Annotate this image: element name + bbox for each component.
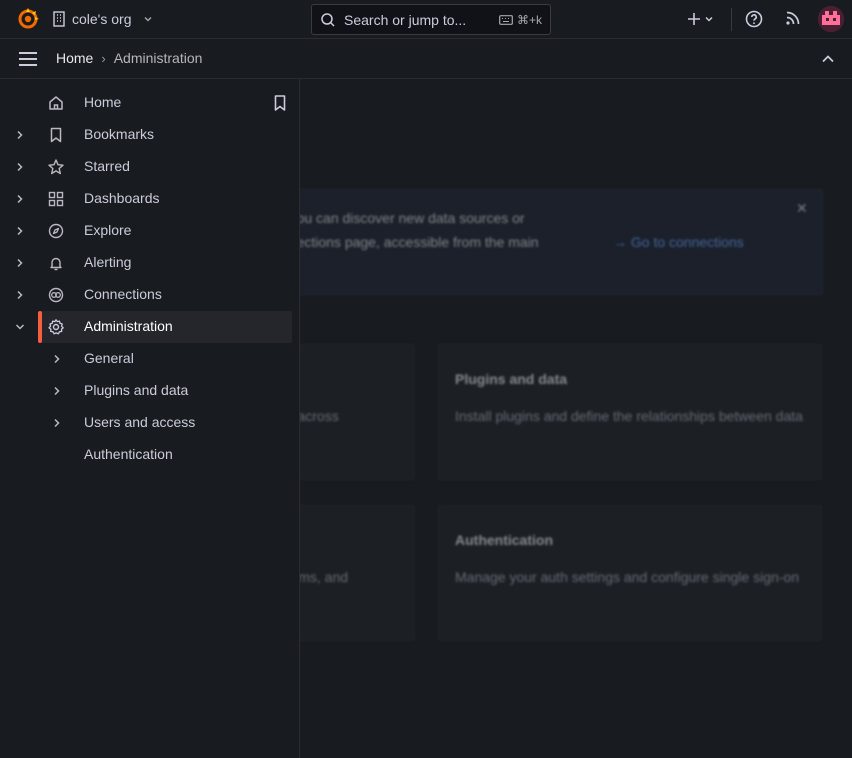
org-name: cole's org	[72, 11, 132, 27]
close-icon[interactable]: ✕	[796, 200, 808, 217]
chevron-down-icon[interactable]	[14, 320, 26, 334]
help-icon	[744, 9, 764, 29]
search-shortcut: ⌘+k	[499, 13, 542, 27]
search-input[interactable]: Search or jump to... ⌘+k	[311, 4, 551, 35]
bookmark-icon	[47, 126, 65, 144]
sidebar-item-general[interactable]: General	[0, 343, 300, 375]
card-users-and-access[interactable]: , teams, and	[300, 505, 415, 641]
go-to-connections-link[interactable]: → Go to connections	[613, 234, 744, 250]
bookmark-icon[interactable]	[272, 94, 288, 112]
grafana-logo-icon[interactable]	[16, 7, 40, 31]
bell-icon	[47, 254, 65, 272]
gear-icon	[47, 318, 65, 336]
nav-sidebar: Home Bookmarks Starred Dashboards Explor…	[0, 79, 300, 758]
rss-icon	[784, 9, 802, 27]
dashboards-grid-icon	[47, 190, 65, 208]
sidebar-item-explore[interactable]: Explore	[0, 215, 300, 247]
help-button[interactable]	[744, 9, 764, 29]
compass-icon	[47, 222, 65, 240]
chevron-right-icon[interactable]	[51, 416, 63, 430]
breadcrumb: Home › Administration	[56, 50, 202, 66]
card-desc: Install plugins and define the relations…	[455, 408, 803, 424]
sidebar-item-home[interactable]: Home	[0, 87, 300, 119]
card-plugins-and-data[interactable]: Plugins and data Install plugins and def…	[438, 344, 822, 480]
collapse-button[interactable]	[820, 52, 836, 66]
menu-toggle-icon[interactable]	[18, 51, 38, 67]
breadcrumb-current: Administration	[113, 50, 203, 66]
card-general[interactable]: ngs across	[300, 344, 415, 480]
chevron-down-icon	[704, 14, 714, 24]
banner-text-2: nnections page, accessible from the main	[300, 234, 539, 250]
search-placeholder: Search or jump to...	[344, 11, 467, 28]
breadcrumb-home[interactable]: Home	[56, 50, 93, 66]
breadcrumb-bar: Home › Administration	[0, 39, 852, 79]
card-authentication[interactable]: Authentication Manage your auth settings…	[438, 505, 822, 641]
sidebar-item-administration[interactable]: Administration	[0, 311, 300, 343]
keyboard-icon	[499, 14, 513, 25]
sidebar-item-label: Authentication	[84, 446, 173, 462]
sidebar-item-label: Bookmarks	[84, 126, 155, 142]
card-title: Plugins and data	[455, 371, 568, 387]
chevron-right-icon[interactable]	[14, 224, 26, 238]
card-desc: Manage your auth settings and configure …	[455, 569, 799, 585]
chevron-right-icon[interactable]	[51, 352, 63, 366]
admin-page-background: ! You can discover new data sources or n…	[300, 79, 852, 758]
avatar[interactable]	[818, 6, 844, 32]
plus-icon	[687, 12, 701, 26]
sidebar-item-bookmarks[interactable]: Bookmarks	[0, 119, 300, 151]
sidebar-item-label: Users and access	[84, 414, 196, 430]
org-switcher[interactable]: cole's org	[52, 8, 153, 30]
arrow-right-icon: →	[613, 234, 631, 250]
sidebar-item-label: Dashboards	[84, 190, 160, 206]
sidebar-item-alerting[interactable]: Alerting	[0, 247, 300, 279]
sidebar-item-dashboards[interactable]: Dashboards	[0, 183, 300, 215]
shortcut-label: ⌘+k	[516, 12, 542, 27]
building-icon	[52, 11, 66, 27]
sidebar-item-plugins-and-data[interactable]: Plugins and data	[0, 375, 300, 407]
chevron-right-icon[interactable]	[14, 288, 26, 302]
star-icon	[47, 158, 65, 176]
info-banner: ! You can discover new data sources or n…	[300, 189, 823, 295]
sidebar-item-authentication[interactable]: Authentication	[0, 439, 300, 471]
sidebar-item-label: General	[84, 350, 134, 366]
chevron-right-icon[interactable]	[14, 256, 26, 270]
top-bar: cole's org Search or jump to... ⌘+k	[0, 0, 852, 39]
sidebar-item-label: Explore	[84, 222, 132, 238]
chevron-down-icon	[143, 14, 153, 24]
active-indicator	[38, 311, 42, 343]
sidebar-item-users-and-access[interactable]: Users and access	[0, 407, 300, 439]
sidebar-item-label: Administration	[84, 318, 173, 334]
card-title: Authentication	[455, 532, 553, 548]
sidebar-item-label: Plugins and data	[84, 382, 189, 398]
sidebar-item-connections[interactable]: Connections	[0, 279, 300, 311]
sidebar-item-label: Alerting	[84, 254, 132, 270]
search-icon	[320, 12, 336, 28]
sidebar-item-starred[interactable]: Starred	[0, 151, 300, 183]
sidebar-item-label: Home	[84, 94, 122, 110]
sidebar-item-label: Connections	[84, 286, 162, 302]
banner-text-1: ! You can discover new data sources or	[300, 210, 525, 226]
sidebar-item-label: Starred	[84, 158, 130, 174]
breadcrumb-separator: ›	[101, 50, 106, 66]
chevron-right-icon[interactable]	[14, 128, 26, 142]
chevron-up-icon	[820, 52, 836, 66]
chevron-right-icon[interactable]	[14, 192, 26, 206]
home-icon	[47, 94, 65, 112]
chevron-right-icon[interactable]	[51, 384, 63, 398]
news-button[interactable]	[784, 9, 802, 27]
new-button[interactable]	[680, 8, 720, 30]
chevron-right-icon[interactable]	[14, 160, 26, 174]
divider	[731, 8, 732, 31]
connections-icon	[47, 286, 65, 304]
